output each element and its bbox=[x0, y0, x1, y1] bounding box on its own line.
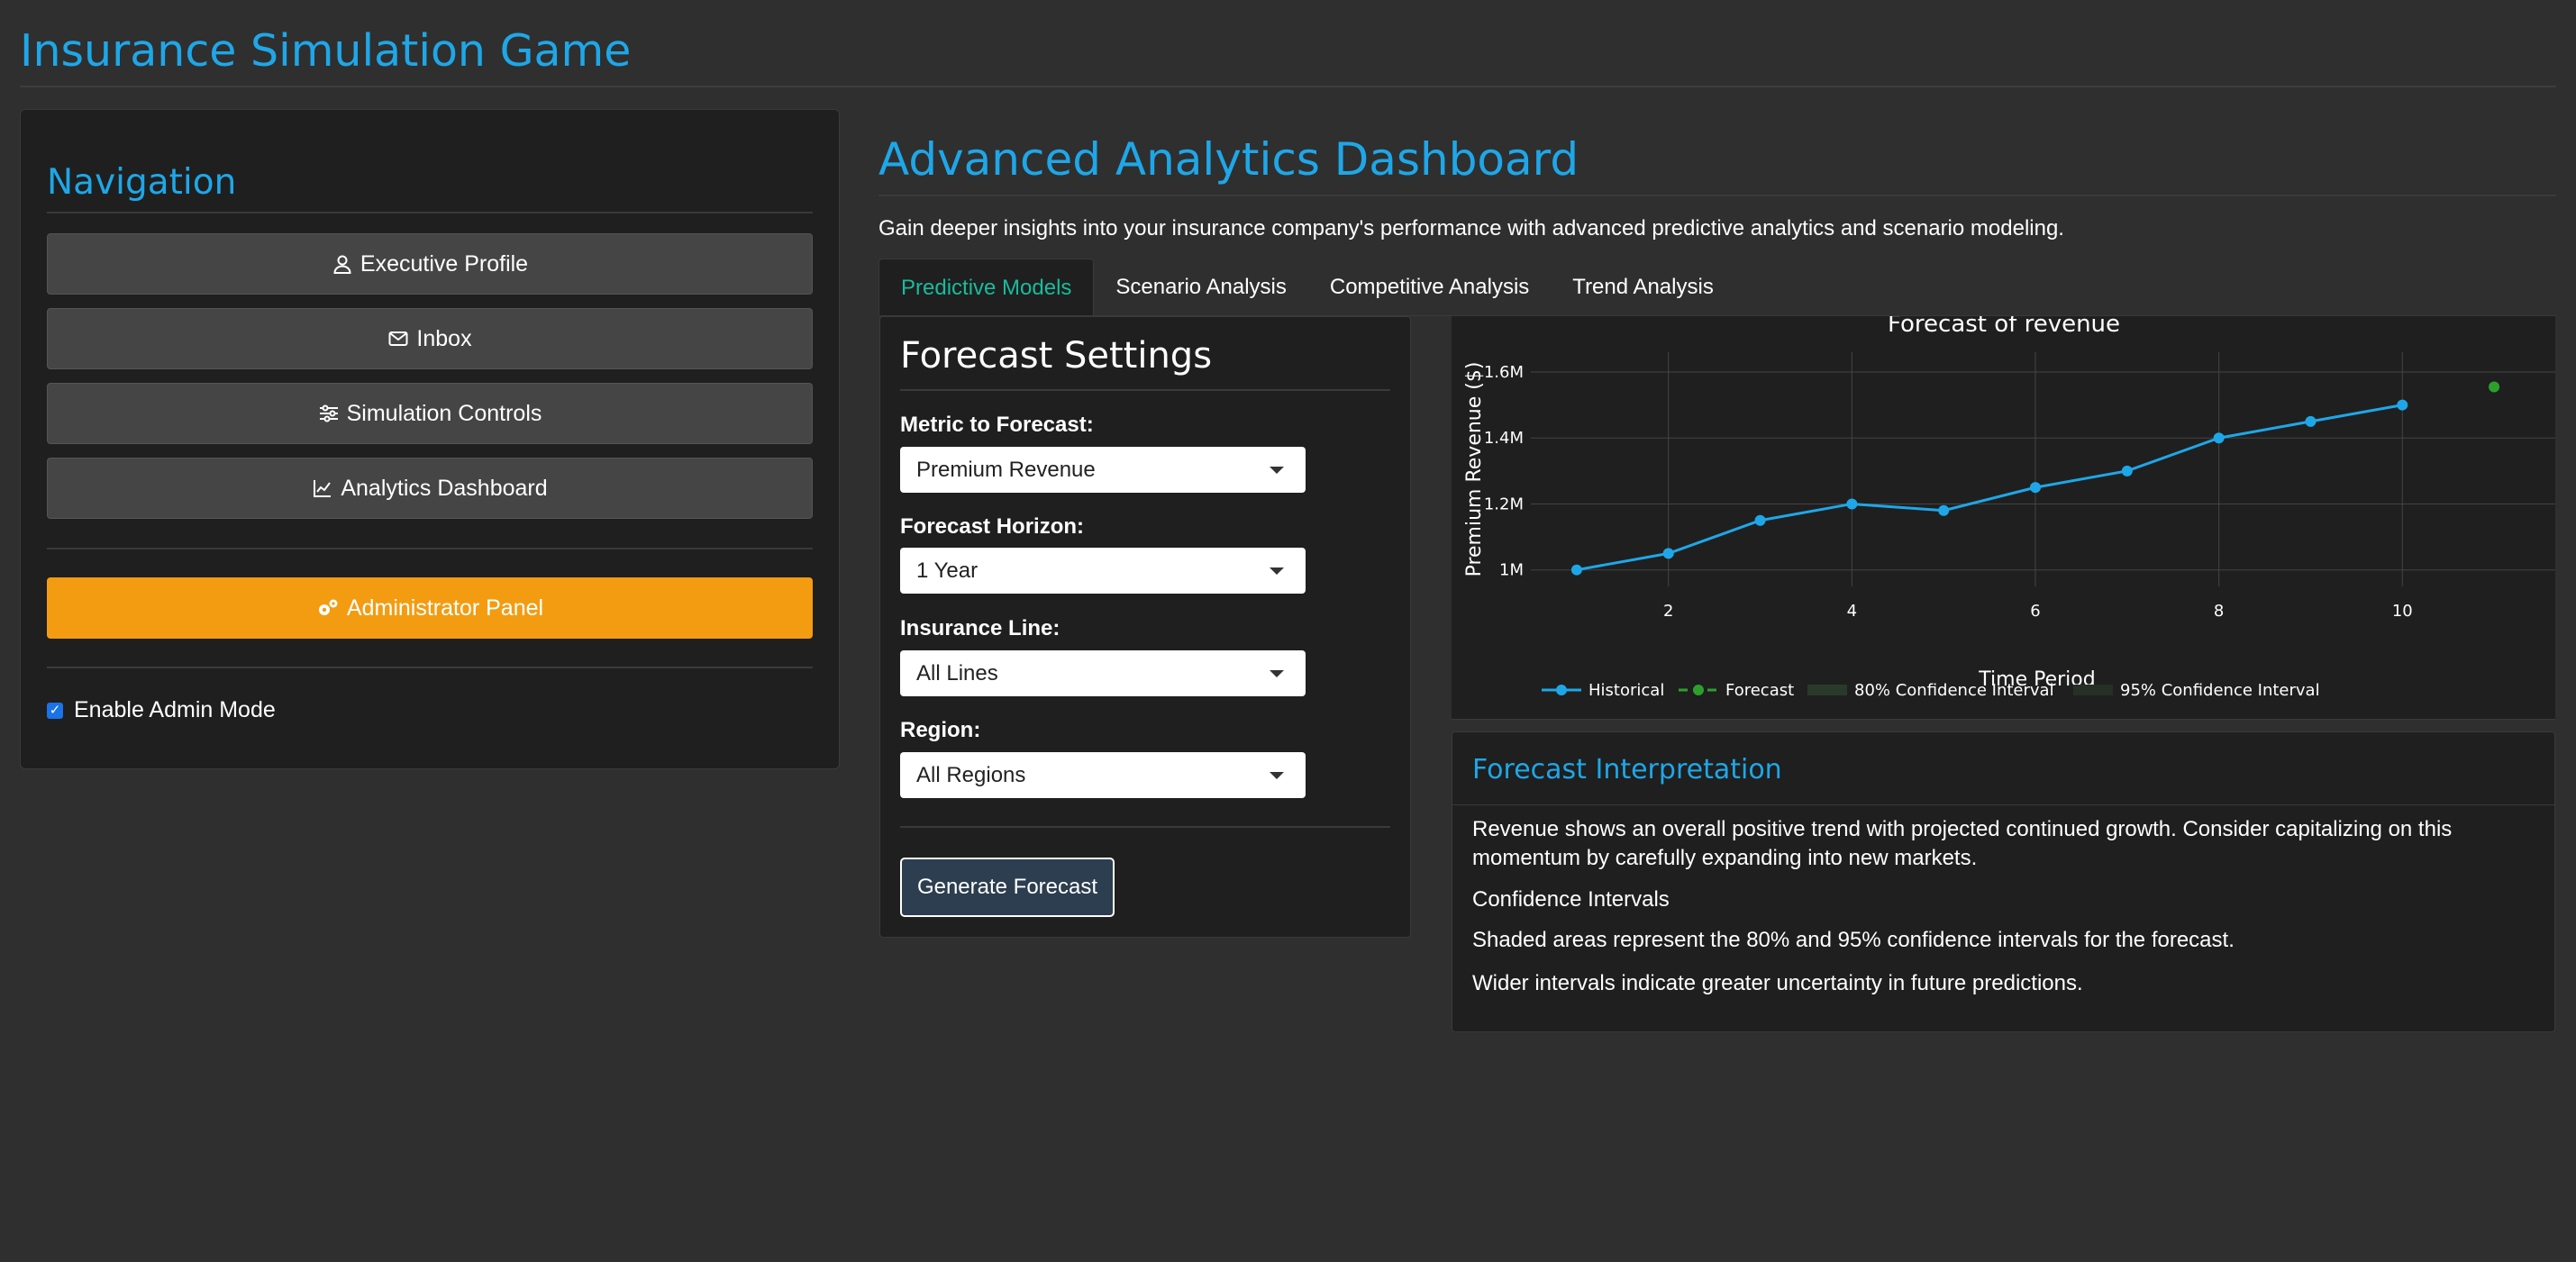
x-tick-label: 6 bbox=[2030, 602, 2040, 621]
interpretation-title: Forecast Interpretation bbox=[1472, 754, 1782, 785]
settings-divider bbox=[900, 389, 1390, 391]
y-tick-label: 1M bbox=[1499, 561, 1524, 580]
forecast-chart: 2 4 6 8 10 1M 1.2M 1.4M 1.6M Forecast of revenue T… bbox=[1452, 316, 2555, 720]
sidebar-divider-2 bbox=[47, 667, 813, 668]
legend-forecast-marker bbox=[1693, 685, 1704, 695]
historical-data-point bbox=[2305, 415, 2317, 427]
chevron-down-icon bbox=[1270, 772, 1284, 779]
nav-divider bbox=[47, 212, 813, 213]
metric-label: Metric to Forecast: bbox=[900, 413, 1094, 437]
interpretation-divider bbox=[1452, 804, 2554, 805]
historical-data-point bbox=[2397, 399, 2408, 411]
title-divider bbox=[20, 86, 2556, 87]
chevron-down-icon bbox=[1270, 467, 1284, 474]
tab-scenario-analysis[interactable]: Scenario Analysis bbox=[1094, 259, 1307, 316]
sidebar-divider bbox=[47, 548, 813, 549]
metric-value: Premium Revenue bbox=[916, 457, 1096, 482]
forecast-chart-svg: 2 4 6 8 101M1.2M1.4M1.6MForecast of revenueT… bbox=[1463, 316, 2555, 700]
x-tick-label: 10 bbox=[2392, 602, 2413, 621]
admin-mode-label: Enable Admin Mode bbox=[74, 697, 276, 722]
region-value: All Regions bbox=[916, 762, 1026, 787]
executive-profile-button[interactable]: Executive Profile bbox=[47, 233, 813, 295]
x-tick-label: 8 bbox=[2214, 602, 2224, 621]
page-title: Advanced Analytics Dashboard bbox=[878, 133, 1579, 186]
legend-historical-marker bbox=[1556, 685, 1567, 695]
simulation-controls-label: Simulation Controls bbox=[346, 400, 542, 426]
insurance-line-label: Insurance Line: bbox=[900, 616, 1060, 640]
inbox-label: Inbox bbox=[416, 325, 472, 351]
confidence-intervals-note: Wider intervals indicate greater uncerta… bbox=[1472, 971, 2083, 995]
forecast-settings-title: Forecast Settings bbox=[900, 335, 1213, 377]
historical-data-point bbox=[1662, 548, 1674, 559]
horizon-value: 1 Year bbox=[916, 558, 979, 583]
historical-series-line bbox=[1576, 404, 2403, 572]
executive-profile-label: Executive Profile bbox=[360, 250, 529, 277]
insurance-line-value: All Lines bbox=[916, 660, 998, 685]
legend-80-ci-label: 80% Confidence Interval bbox=[1854, 681, 2054, 700]
forecast-interpretation-panel: Forecast Interpretation Revenue shows an… bbox=[1452, 731, 2555, 1032]
chevron-down-icon bbox=[1270, 670, 1284, 677]
analytics-dashboard-button[interactable]: Analytics Dashboard bbox=[47, 458, 813, 519]
line-chart-icon bbox=[314, 480, 332, 497]
envelope-icon bbox=[388, 331, 408, 346]
horizon-select[interactable]: 1 Year bbox=[900, 548, 1306, 594]
page-title-divider bbox=[878, 195, 2556, 196]
confidence-intervals-heading: Confidence Intervals bbox=[1472, 887, 1670, 912]
historical-data-point bbox=[2213, 432, 2225, 444]
horizon-label: Forecast Horizon: bbox=[900, 514, 1085, 539]
legend-forecast-label: Forecast bbox=[1725, 681, 1794, 700]
legend-historical-label: Historical bbox=[1588, 681, 1664, 700]
page-description: Gain deeper insights into your insurance… bbox=[878, 216, 2064, 241]
historical-data-point bbox=[1570, 564, 1582, 576]
admin-mode-checkbox[interactable]: ✓ bbox=[47, 702, 63, 719]
region-label: Region: bbox=[900, 718, 981, 742]
confidence-intervals-text: Shaded areas represent the 80% and 95% c… bbox=[1472, 928, 2235, 952]
simulation-controls-button[interactable]: Simulation Controls bbox=[47, 383, 813, 444]
legend-95-ci-label: 95% Confidence Interval bbox=[2120, 681, 2320, 700]
historical-data-point bbox=[1846, 498, 1858, 510]
tab-predictive-models[interactable]: Predictive Models bbox=[878, 259, 1095, 316]
sliders-icon bbox=[319, 404, 338, 422]
analytics-dashboard-label: Analytics Dashboard bbox=[341, 475, 548, 501]
y-tick-label: 1.2M bbox=[1484, 495, 1524, 513]
y-tick-label: 1.4M bbox=[1484, 429, 1524, 448]
tab-trend-analysis[interactable]: Trend Analysis bbox=[1551, 259, 1735, 316]
nav-title: Navigation bbox=[47, 162, 237, 203]
historical-data-point bbox=[2121, 465, 2133, 477]
historical-data-point bbox=[1754, 514, 1766, 526]
historical-data-point bbox=[2030, 482, 2041, 494]
app-title: Insurance Simulation Game bbox=[20, 25, 632, 77]
forecast-settings-panel: Forecast Settings Metric to Forecast: Pr… bbox=[879, 316, 1411, 938]
legend-80-ci-swatch bbox=[1807, 685, 1847, 695]
generate-forecast-button[interactable]: Generate Forecast bbox=[900, 858, 1115, 917]
interpretation-summary: Revenue shows an overall positive trend … bbox=[1472, 817, 2453, 870]
settings-divider-2 bbox=[900, 826, 1390, 828]
chevron-down-icon bbox=[1270, 567, 1284, 575]
metric-select[interactable]: Premium Revenue bbox=[900, 447, 1306, 493]
x-tick-label: 2 bbox=[1663, 602, 1673, 621]
tab-competitive-analysis[interactable]: Competitive Analysis bbox=[1308, 259, 1551, 316]
y-axis-title: Premium Revenue ($) bbox=[1463, 362, 1486, 577]
legend-95-ci-swatch bbox=[2073, 685, 2113, 695]
administrator-panel-label: Administrator Panel bbox=[346, 595, 544, 621]
inbox-button[interactable]: Inbox bbox=[47, 308, 813, 369]
insurance-line-select[interactable]: All Lines bbox=[900, 650, 1306, 696]
region-select[interactable]: All Regions bbox=[900, 752, 1306, 798]
gears-icon bbox=[318, 599, 338, 615]
sidebar: Navigation Executive Profile Inbox Simul… bbox=[20, 109, 840, 769]
chart-title: Forecast of revenue bbox=[1888, 316, 2120, 338]
historical-data-point bbox=[1938, 504, 1950, 516]
x-tick-label: 4 bbox=[1847, 602, 1857, 621]
user-icon bbox=[333, 255, 351, 274]
administrator-panel-button[interactable]: Administrator Panel bbox=[47, 577, 813, 639]
forecast-data-point bbox=[2489, 381, 2500, 393]
admin-mode-toggle[interactable]: ✓ Enable Admin Mode bbox=[47, 697, 276, 723]
y-tick-label: 1.6M bbox=[1484, 363, 1524, 382]
analytics-tabs: Predictive Models Scenario Analysis Comp… bbox=[878, 259, 1735, 316]
